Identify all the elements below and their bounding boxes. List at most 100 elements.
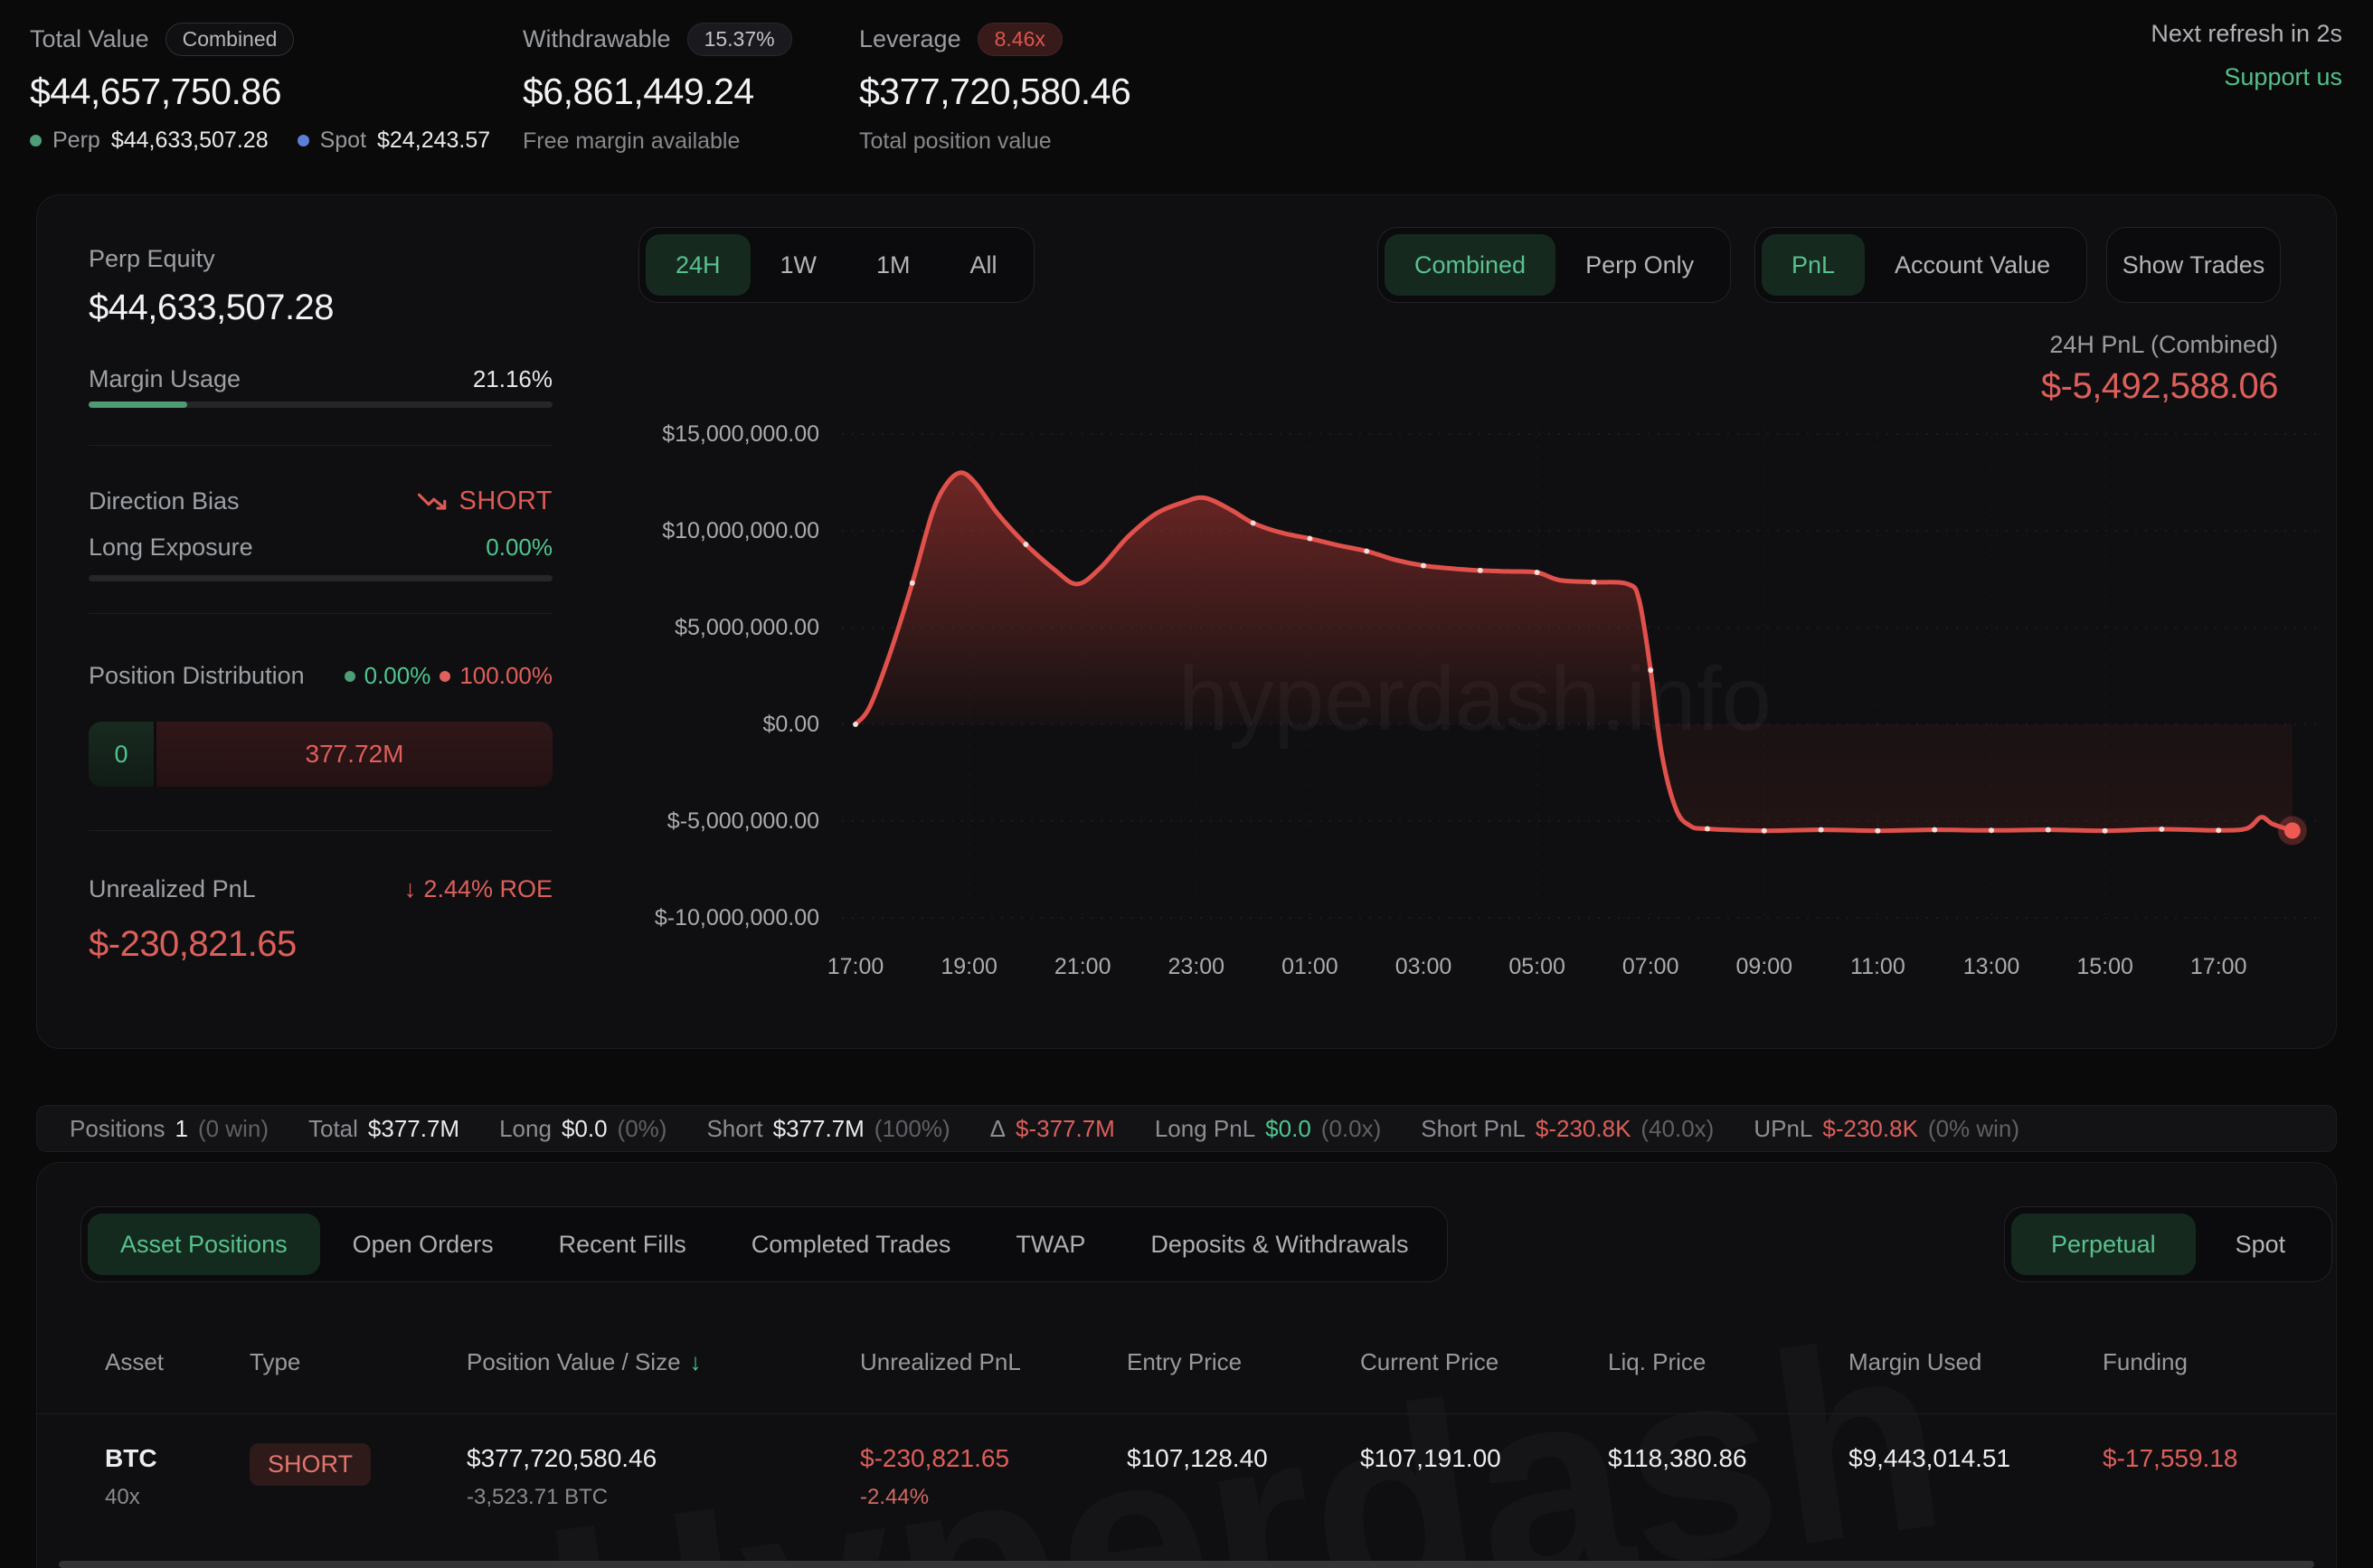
positions-summary-bar: Positions1(0 win) Total$377.7M Long$0.0(… <box>36 1105 2337 1152</box>
leverage-label: Leverage <box>859 25 961 53</box>
range-24h-button[interactable]: 24H <box>646 234 751 296</box>
range-1m-button[interactable]: 1M <box>846 234 941 296</box>
roe-value: 2.44% ROE <box>423 875 553 903</box>
positions-card: Hyperdash Asset Positions Open Orders Re… <box>36 1162 2337 1568</box>
y-tick-label: $15,000,000.00 <box>525 420 819 448</box>
distribution-short-segment: 377.72M <box>156 722 553 787</box>
long-exposure-track <box>89 575 553 581</box>
tab-deposits-withdrawals[interactable]: Deposits & Withdrawals <box>1118 1214 1441 1275</box>
bottom-watermark: Hyperdash <box>528 1275 1961 1568</box>
show-trades-button[interactable]: Show Trades <box>2106 227 2281 303</box>
direction-bias-label: Direction Bias <box>89 487 240 515</box>
summary-short-pnl: Short PnL$-230.8K(40.0x) <box>1421 1115 1714 1143</box>
withdrawable-label: Withdrawable <box>523 25 671 53</box>
position-distribution-label: Position Distribution <box>89 662 305 690</box>
spot-dot-icon <box>298 135 309 146</box>
combined-badge: Combined <box>165 23 295 56</box>
portfolio-card: Perp Equity $44,633,507.28 Margin Usage … <box>36 194 2337 1049</box>
row-current-price: $107,191.00 <box>1360 1443 1608 1474</box>
mode-combined-button[interactable]: Combined <box>1385 234 1555 296</box>
tab-twap[interactable]: TWAP <box>983 1214 1118 1275</box>
x-tick-label: 17:00 <box>2146 953 2291 980</box>
long-exposure-label: Long Exposure <box>89 534 253 562</box>
long-legend-dot-icon <box>345 671 355 682</box>
mode-perp-only-button[interactable]: Perp Only <box>1555 234 1724 296</box>
col-asset[interactable]: Asset <box>105 1348 250 1376</box>
refresh-countdown: Next refresh in 2s <box>2151 20 2342 48</box>
long-exposure-value: 0.00% <box>486 534 553 562</box>
summary-long: Long$0.0(0%) <box>499 1115 667 1143</box>
trending-down-icon <box>418 492 449 512</box>
horizontal-scrollbar[interactable] <box>59 1561 2314 1568</box>
leverage-badge: 8.46x <box>978 23 1063 56</box>
spot-value: $24,243.57 <box>377 128 490 154</box>
withdrawable-caption: Free margin available <box>523 128 792 155</box>
summary-positions: Positions1(0 win) <box>70 1115 269 1143</box>
perp-value: $44,633,507.28 <box>111 128 269 154</box>
time-range-selector: 24H 1W 1M All <box>638 227 1035 303</box>
margin-usage-label: Margin Usage <box>89 365 241 393</box>
row-liq-price: $118,380.86 <box>1608 1443 1848 1474</box>
tab-open-orders[interactable]: Open Orders <box>320 1214 526 1275</box>
tab-completed-trades[interactable]: Completed Trades <box>719 1214 984 1275</box>
stat-withdrawable: Withdrawable 15.37% $6,861,449.24 Free m… <box>523 18 792 155</box>
metric-pnl-button[interactable]: PnL <box>1762 234 1865 296</box>
perp-equity-value: $44,633,507.28 <box>89 288 334 328</box>
x-tick-label: 05:00 <box>1465 953 1610 980</box>
perp-equity-label: Perp Equity <box>89 245 215 273</box>
leverage-caption: Total position value <box>859 128 1130 155</box>
col-type[interactable]: Type <box>250 1348 467 1376</box>
direction-bias-row: Direction Bias SHORT <box>89 486 553 516</box>
row-unrealized-pnl-pct: -2.44% <box>860 1485 1127 1510</box>
position-value: $377,720,580.46 <box>467 1443 860 1474</box>
tab-asset-positions[interactable]: Asset Positions <box>88 1214 320 1275</box>
position-size: -3,523.71 BTC <box>467 1485 860 1510</box>
col-current-price[interactable]: Current Price <box>1360 1348 1608 1376</box>
col-margin-used[interactable]: Margin Used <box>1848 1348 2103 1376</box>
y-tick-label: $-5,000,000.00 <box>525 808 819 835</box>
distribution-short-amount: 377.72M <box>306 740 404 769</box>
metric-toggle: PnL Account Value <box>1754 227 2087 303</box>
short-percent: 100.00% <box>459 662 553 690</box>
row-margin-used: $9,443,014.51 <box>1848 1443 2103 1474</box>
x-tick-label: 21:00 <box>1010 953 1155 980</box>
margin-usage-value: 21.16% <box>473 365 553 393</box>
total-value-amount: $44,657,750.86 <box>30 71 508 113</box>
metric-account-value-button[interactable]: Account Value <box>1865 234 2080 296</box>
x-tick-label: 07:00 <box>1578 953 1723 980</box>
margin-usage-fill <box>89 401 187 408</box>
long-exposure-row: Long Exposure 0.00% <box>89 534 553 562</box>
market-perpetual-button[interactable]: Perpetual <box>2011 1214 2196 1275</box>
chart-pnl-value: $-5,492,588.06 <box>2041 366 2278 407</box>
tab-recent-fills[interactable]: Recent Fills <box>526 1214 719 1275</box>
unrealized-pnl-row: Unrealized PnL ↓ 2.44% ROE <box>89 875 553 903</box>
range-1w-button[interactable]: 1W <box>751 234 847 296</box>
x-tick-label: 13:00 <box>1919 953 2064 980</box>
row-funding: $-17,559.18 <box>2103 1443 2336 1474</box>
perp-label: Perp <box>52 128 100 154</box>
col-position-value[interactable]: Position Value / Size↓ <box>467 1348 860 1376</box>
y-tick-label: $10,000,000.00 <box>525 517 819 544</box>
col-liq-price[interactable]: Liq. Price <box>1608 1348 1848 1376</box>
margin-usage-row: Margin Usage 21.16% <box>89 365 553 393</box>
distribution-long-amount: 0 <box>114 741 128 769</box>
spot-label: Spot <box>320 128 366 154</box>
long-percent: 0.00% <box>364 662 431 690</box>
col-entry-price[interactable]: Entry Price <box>1127 1348 1360 1376</box>
col-funding[interactable]: Funding <box>2103 1348 2336 1376</box>
distribution-long-segment: 0 <box>89 722 154 787</box>
market-spot-button[interactable]: Spot <box>2196 1214 2326 1275</box>
stat-leverage: Leverage 8.46x $377,720,580.46 Total pos… <box>859 18 1130 155</box>
withdrawable-percent-badge: 15.37% <box>687 23 792 56</box>
range-all-button[interactable]: All <box>941 234 1027 296</box>
leverage-amount: $377,720,580.46 <box>859 71 1130 113</box>
x-tick-label: 17:00 <box>783 953 928 980</box>
roe-down-arrow-icon: ↓ <box>404 875 417 903</box>
support-us-link[interactable]: Support us <box>2224 63 2342 91</box>
asset-leverage: 40x <box>105 1485 250 1510</box>
x-tick-label: 01:00 <box>1237 953 1382 980</box>
position-row-btc[interactable]: BTC 40x SHORT $377,720,580.46 -3,523.71 … <box>37 1443 2336 1510</box>
col-unrealized-pnl[interactable]: Unrealized PnL <box>860 1348 1127 1376</box>
positions-tabs: Asset Positions Open Orders Recent Fills… <box>80 1206 1448 1282</box>
pnl-chart[interactable] <box>842 408 2316 950</box>
